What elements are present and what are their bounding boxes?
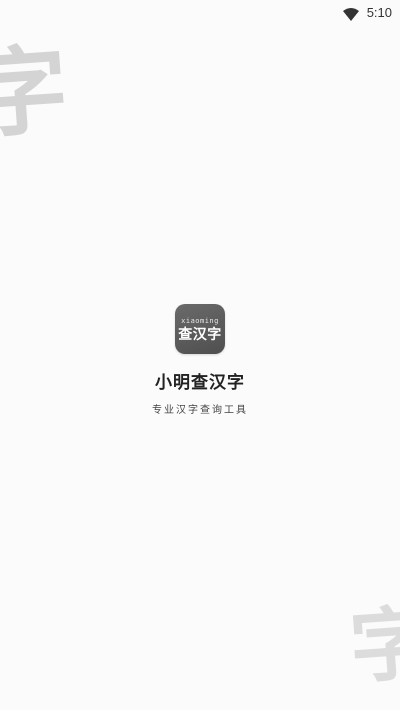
splash-content: xiaoming 查汉字 小明查汉字 专业汉字查询工具 [0,304,400,416]
watermark-bottom: 字 [346,596,400,695]
app-subtitle: 专业汉字查询工具 [152,405,248,416]
app-title: 小明查汉字 [155,373,245,393]
wifi-icon [342,6,359,21]
status-bar: 5:10 [0,0,400,24]
status-clock: 5:10 [366,4,392,20]
app-icon-small-text: xiaoming [181,317,219,325]
watermark-top: 字 [0,33,72,153]
app-icon: xiaoming 查汉字 [175,304,225,354]
app-icon-big-text: 查汉字 [178,327,222,343]
